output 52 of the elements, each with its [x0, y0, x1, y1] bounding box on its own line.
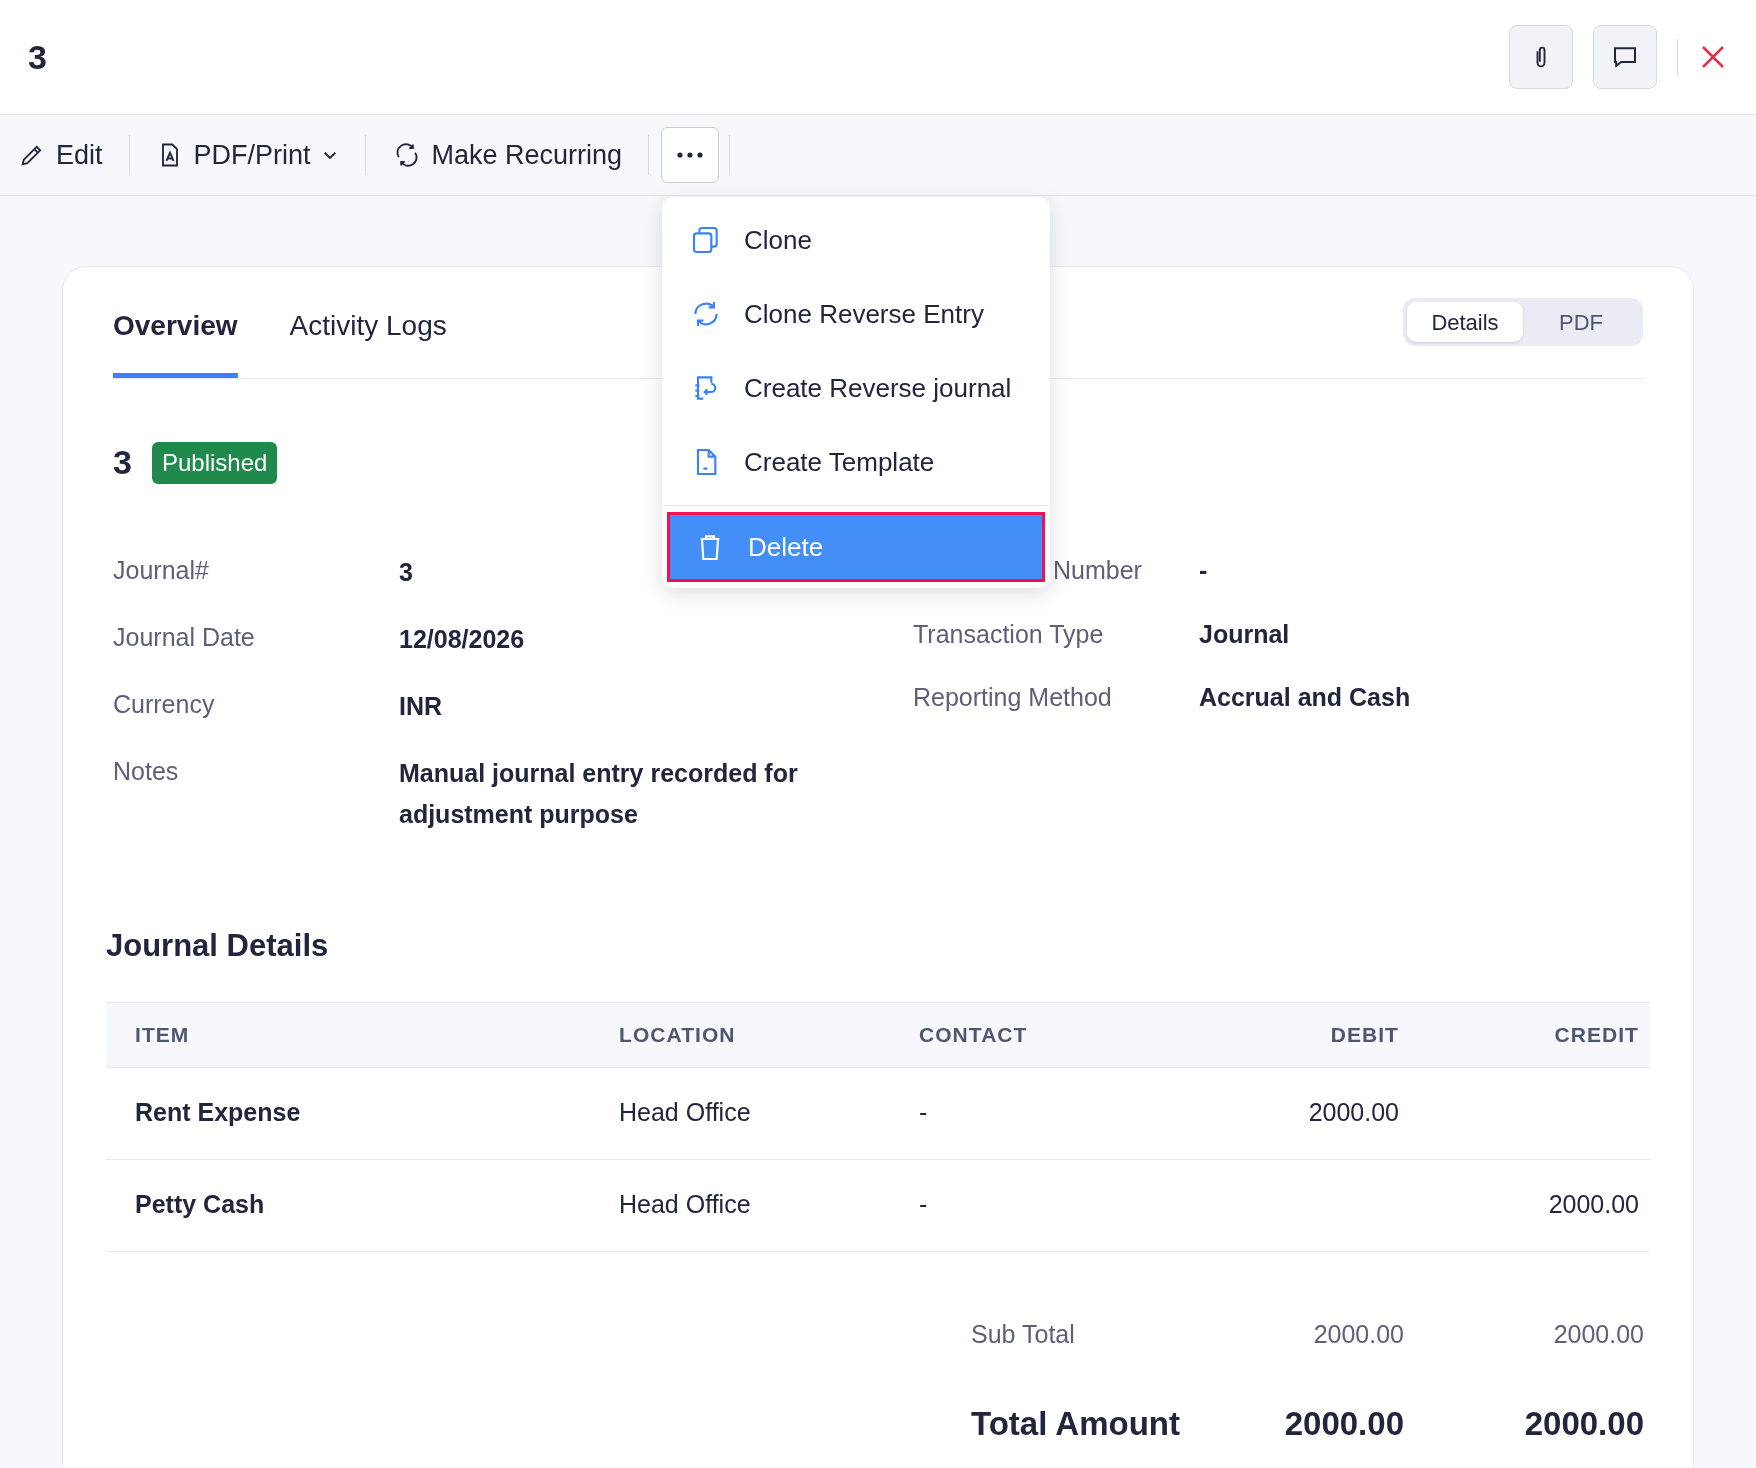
column-header: ITEM: [134, 1021, 191, 1048]
section-title: Journal Details: [106, 927, 330, 965]
toolbar-button[interactable]: Make Recurring: [389, 134, 625, 176]
field-value: INR: [399, 691, 443, 722]
field-label: Journal Date: [113, 622, 256, 653]
field-label: Number: [1053, 555, 1142, 586]
total-value: 2000.00: [1283, 1404, 1404, 1444]
field-label: Journal#: [113, 555, 210, 586]
table-cell-text: -: [919, 1189, 929, 1221]
field-label: Notes: [113, 756, 180, 787]
field-label: Transaction Type: [913, 618, 1104, 650]
menu-item[interactable]: Create Reverse journal: [662, 351, 1050, 425]
tab[interactable]: Overview: [113, 305, 238, 378]
entry-number: 3: [113, 442, 132, 483]
table-cell-text: Head Office: [619, 1097, 752, 1129]
table-cell-text: Petty Cash: [134, 1189, 266, 1221]
table-cell-text: 2000.00: [1307, 1097, 1399, 1129]
total-value: 2000.00: [1523, 1404, 1644, 1444]
column-header: DEBIT: [1329, 1021, 1399, 1048]
menu-item[interactable]: Clone Reverse Entry: [662, 277, 1050, 351]
field-value: Manual journal entry recorded for adjustment purpose: [399, 758, 799, 830]
field-value: 12/08/2026: [399, 624, 525, 655]
page-title: 3: [28, 36, 47, 78]
menu-item[interactable]: Clone: [662, 203, 1050, 277]
table-cell-text: Rent Expense: [134, 1097, 302, 1129]
field-label: Currency: [113, 689, 216, 720]
tab[interactable]: Activity Logs: [289, 305, 447, 378]
toolbar-button[interactable]: PDF/Print: [153, 134, 341, 176]
column-header: CREDIT: [1553, 1021, 1639, 1048]
total-label: Sub Total: [971, 1318, 1076, 1350]
table-cell-text: 2000.00: [1547, 1189, 1639, 1221]
total-value: 2000.00: [1552, 1318, 1644, 1350]
toggle-option[interactable]: Details: [1407, 302, 1523, 342]
column-header: CONTACT: [919, 1021, 1029, 1048]
column-header: LOCATION: [619, 1021, 737, 1048]
table-cell-text: -: [919, 1097, 929, 1129]
field-value: 3: [399, 557, 413, 588]
status-badge: Published: [151, 441, 278, 484]
comment-button[interactable]: [1593, 25, 1657, 89]
menu-item[interactable]: Create Template: [662, 425, 1050, 499]
field-value: Journal: [1199, 618, 1290, 650]
field-value: Accrual and Cash: [1199, 682, 1411, 713]
more-button[interactable]: [661, 127, 720, 183]
field-label: Reporting Method: [913, 682, 1112, 713]
more-icon: [676, 151, 705, 159]
toolbar-button[interactable]: Edit: [16, 134, 105, 176]
table-cell-text: Head Office: [619, 1189, 752, 1221]
total-label: Total Amount: [971, 1404, 1181, 1444]
attachment-button[interactable]: [1509, 25, 1573, 89]
total-value: 2000.00: [1312, 1318, 1404, 1350]
field-value: -: [1199, 555, 1208, 586]
toggle-option[interactable]: PDF: [1523, 302, 1639, 342]
